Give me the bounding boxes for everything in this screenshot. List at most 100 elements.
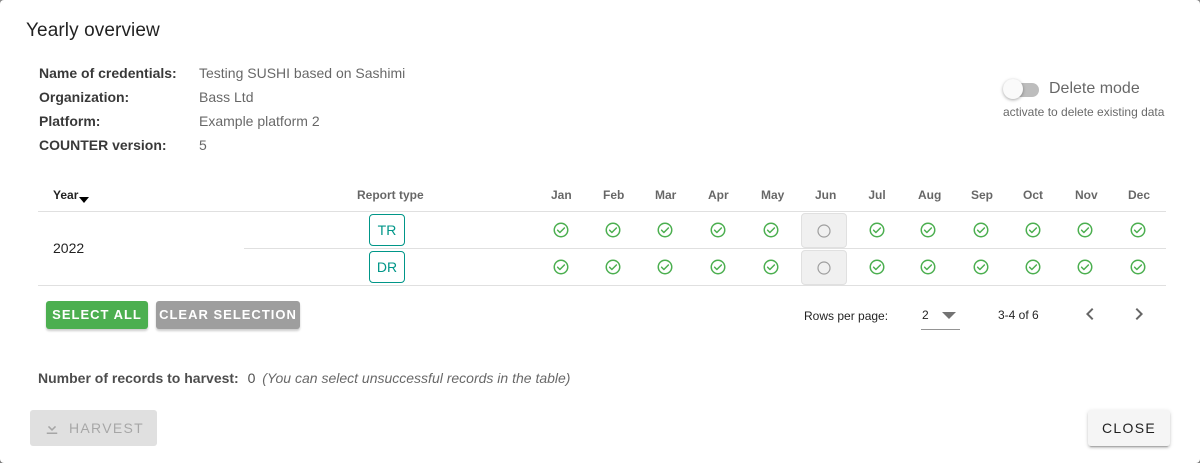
month-cell-success[interactable] (756, 252, 786, 282)
info-value: 5 (199, 137, 207, 153)
check-circle-icon[interactable] (1129, 221, 1147, 239)
info-row: COUNTER version: 5 (39, 133, 405, 157)
info-label: Platform: (39, 113, 101, 129)
empty-circle-icon[interactable] (815, 259, 833, 277)
records-count: 0 (247, 370, 256, 386)
check-circle-icon[interactable] (1129, 258, 1147, 276)
report-type-chip[interactable]: DR (369, 251, 405, 283)
check-circle-icon[interactable] (1024, 258, 1042, 276)
close-button[interactable]: CLOSE (1088, 410, 1170, 446)
month-cell-empty[interactable] (801, 213, 847, 248)
column-header-month: Mar (655, 188, 677, 202)
clear-selection-button[interactable]: CLEAR SELECTION (156, 301, 300, 329)
check-circle-icon[interactable] (604, 258, 622, 276)
column-header-month: Oct (1023, 188, 1044, 202)
table-body: 2022 TR DR (38, 212, 1166, 286)
month-cell-success[interactable] (1070, 215, 1100, 245)
check-circle-icon[interactable] (919, 221, 937, 239)
info-row: Name of credentials: Testing SUSHI based… (39, 61, 405, 85)
month-cell-success[interactable] (598, 252, 628, 282)
month-cell-success[interactable] (546, 252, 576, 282)
month-cell-empty[interactable] (801, 250, 847, 285)
yearly-overview-dialog: Yearly overview Name of credentials: Tes… (0, 0, 1200, 463)
check-circle-icon[interactable] (709, 258, 727, 276)
check-circle-icon[interactable] (919, 258, 937, 276)
sort-down-icon[interactable] (79, 197, 90, 203)
column-header-month: Apr (708, 188, 729, 202)
year-header-label[interactable]: Year (53, 188, 78, 202)
check-circle-icon[interactable] (972, 258, 990, 276)
check-circle-icon[interactable] (656, 221, 674, 239)
month-cell-success[interactable] (913, 215, 943, 245)
dialog-title: Yearly overview (26, 20, 160, 41)
select-all-button[interactable]: SELECT ALL (46, 301, 148, 329)
check-circle-icon[interactable] (868, 258, 886, 276)
month-cell-success[interactable] (546, 215, 576, 245)
month-cell-success[interactable] (650, 252, 680, 282)
month-cell-success[interactable] (1018, 215, 1048, 245)
next-page-button[interactable] (1127, 302, 1151, 326)
check-circle-icon[interactable] (656, 258, 674, 276)
month-cell-success[interactable] (650, 215, 680, 245)
check-circle-icon[interactable] (762, 258, 780, 276)
dropdown-caret-icon[interactable] (942, 312, 956, 319)
delete-mode-hint: activate to delete existing data (1003, 105, 1165, 119)
month-cell-success[interactable] (1123, 252, 1153, 282)
month-cell-success[interactable] (598, 215, 628, 245)
check-circle-icon[interactable] (1076, 258, 1094, 276)
check-circle-icon[interactable] (552, 258, 570, 276)
rows-per-page-value[interactable]: 2 (922, 308, 929, 322)
check-circle-icon[interactable] (762, 221, 780, 239)
check-circle-icon[interactable] (709, 221, 727, 239)
check-circle-icon[interactable] (868, 221, 886, 239)
month-cell-success[interactable] (966, 215, 996, 245)
column-header-month: Sep (971, 188, 994, 202)
info-label: Name of credentials: (39, 65, 177, 81)
column-header-month: Aug (918, 188, 942, 202)
harvest-label[interactable]: HARVEST (69, 420, 144, 436)
info-value: Bass Ltd (199, 89, 254, 105)
info-label: Organization: (39, 89, 130, 105)
previous-page-button[interactable] (1078, 302, 1102, 326)
month-cell-success[interactable] (703, 252, 733, 282)
rows-per-page-label: Rows per page: (804, 309, 889, 323)
chevron-left-icon[interactable] (1078, 302, 1102, 326)
info-label: COUNTER version: (39, 137, 167, 153)
table-header: Year Report type Jan Feb Mar Apr May Jun Jul Au… (38, 178, 1166, 212)
pagination-range: 3-4 of 6 (998, 308, 1039, 322)
month-cell-success[interactable] (703, 215, 733, 245)
month-cell-success[interactable] (913, 252, 943, 282)
column-header-month: Dec (1128, 188, 1151, 202)
harvest-button[interactable]: HARVEST (30, 410, 157, 446)
column-header-month: Jun (815, 188, 837, 202)
month-cell-success[interactable] (862, 252, 892, 282)
rows-per-page-select[interactable]: 2 (921, 302, 960, 330)
column-header-year[interactable]: Year (53, 188, 90, 203)
check-circle-icon[interactable] (1076, 221, 1094, 239)
month-cell-success[interactable] (862, 215, 892, 245)
column-header-month: Feb (603, 188, 625, 202)
delete-mode-label[interactable]: Delete mode (1049, 80, 1140, 98)
month-cell-success[interactable] (1018, 252, 1048, 282)
check-circle-icon[interactable] (604, 221, 622, 239)
records-label: Number of records to harvest: (38, 370, 239, 386)
month-cell-success[interactable] (966, 252, 996, 282)
check-circle-icon[interactable] (552, 221, 570, 239)
check-circle-icon[interactable] (972, 221, 990, 239)
column-header-month: May (761, 188, 785, 202)
column-header-month: Nov (1075, 188, 1098, 202)
info-row: Organization: Bass Ltd (39, 85, 405, 109)
empty-circle-icon[interactable] (815, 222, 833, 240)
info-row: Platform: Example platform 2 (39, 109, 405, 133)
month-cell-success[interactable] (1123, 215, 1153, 245)
records-hint: (You can select unsuccessful records in … (262, 370, 571, 386)
month-cell-success[interactable] (1070, 252, 1100, 282)
report-type-chip[interactable]: TR (369, 214, 405, 246)
month-cell-success[interactable] (756, 215, 786, 245)
chevron-right-icon[interactable] (1127, 302, 1151, 326)
info-value: Testing SUSHI based on Sashimi (199, 65, 406, 81)
check-circle-icon[interactable] (1024, 221, 1042, 239)
switch-thumb[interactable] (1003, 79, 1023, 99)
download-icon (46, 420, 58, 434)
harvest-table: Year Report type Jan Feb Mar Apr May Jun Jul Au… (38, 178, 1166, 286)
